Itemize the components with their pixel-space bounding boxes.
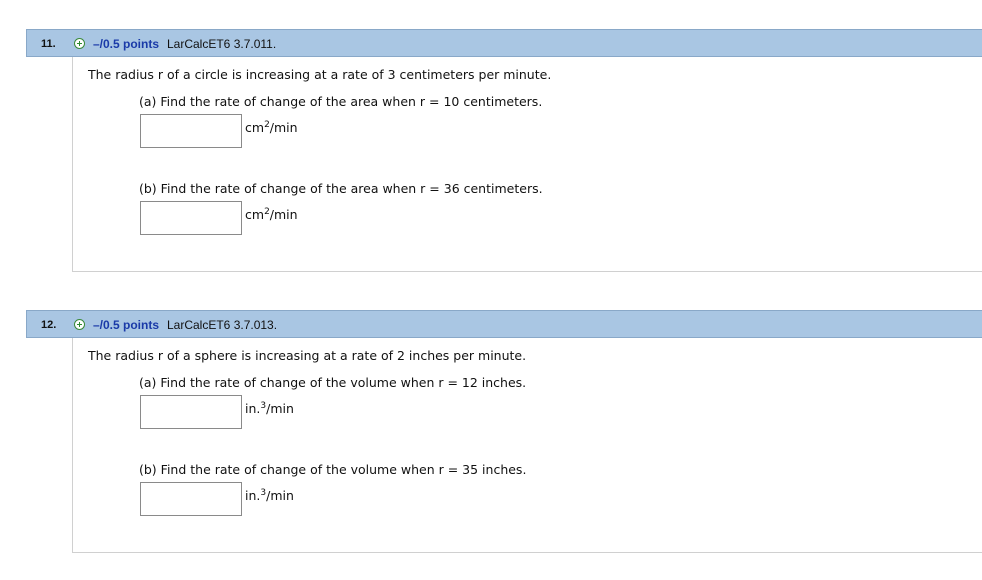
part-b-unit: in.3/min (245, 488, 294, 503)
part-a-unit: in.3/min (245, 401, 294, 416)
part-a-label: (a) Find the rate of change of the volum… (139, 375, 527, 390)
question-prompt: The radius r of a sphere is increasing a… (88, 348, 527, 363)
unit-exponent: 3 (260, 488, 267, 498)
question-number: 12. (41, 319, 57, 331)
unit-tail: /min (266, 401, 294, 416)
part-b-answer-input[interactable] (140, 201, 242, 235)
unit-base: in. (245, 401, 261, 416)
unit-exponent: 2 (264, 207, 270, 217)
unit-tail: /min (266, 488, 294, 503)
part-a-answer-input[interactable] (140, 395, 242, 429)
unit-exponent: 3 (260, 401, 267, 411)
question-source: LarCalcET6 3.7.011. (167, 37, 277, 51)
part-b-label: (b) Find the rate of change of the volum… (139, 462, 527, 477)
unit-base: in. (245, 488, 261, 503)
question-header: 11. –/0.5 points LarCalcET6 3.7.011. (26, 29, 982, 57)
unit-tail: /min (269, 207, 298, 222)
unit-exponent: 2 (264, 120, 270, 130)
part-b-answer-input[interactable] (140, 482, 242, 516)
unit-tail: /min (269, 120, 298, 135)
question-prompt: The radius r of a circle is increasing a… (88, 67, 552, 82)
part-b-unit: cm2/min (245, 207, 298, 222)
unit-base: cm (245, 207, 265, 222)
question-source: LarCalcET6 3.7.013. (167, 318, 278, 332)
question-number: 11. (41, 38, 56, 50)
points-value: –/0.5 points (93, 318, 160, 332)
question-body: The radius r of a sphere is increasing a… (72, 338, 982, 553)
part-a-label: (a) Find the rate of change of the area … (139, 94, 543, 109)
expand-plus-icon[interactable] (74, 319, 85, 330)
part-b-label: (b) Find the rate of change of the area … (139, 181, 543, 196)
part-a-unit: cm2/min (245, 120, 298, 135)
assignment-page: 11. –/0.5 points LarCalcET6 3.7.011. The… (0, 0, 982, 580)
expand-plus-icon[interactable] (74, 38, 85, 49)
question-body: The radius r of a circle is increasing a… (72, 57, 982, 272)
question-header: 12. –/0.5 points LarCalcET6 3.7.013. (26, 310, 982, 338)
points-value: –/0.5 points (93, 37, 160, 51)
part-a-answer-input[interactable] (140, 114, 242, 148)
unit-base: cm (245, 120, 265, 135)
